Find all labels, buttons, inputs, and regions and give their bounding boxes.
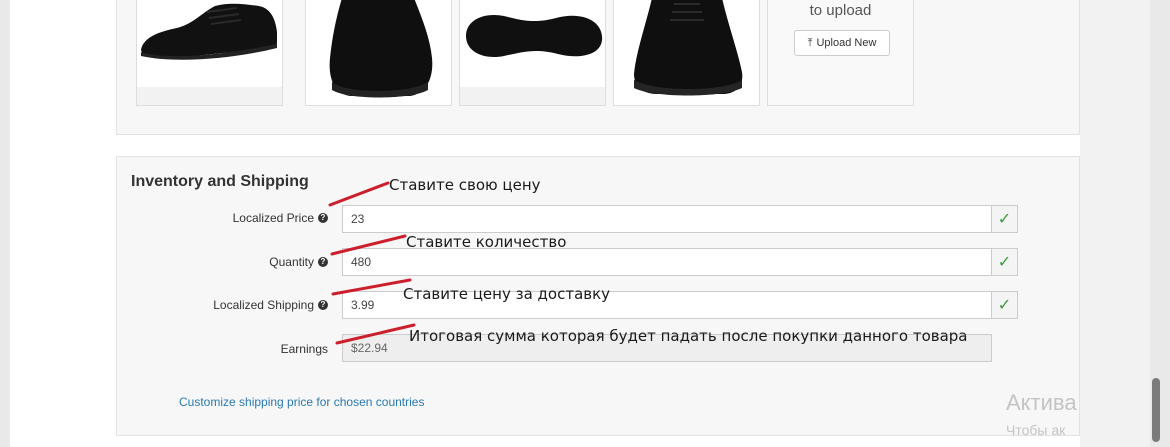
product-image-front[interactable] xyxy=(613,0,760,106)
annotation-quantity: Ставите количество xyxy=(406,233,567,251)
activation-watermark-sub: Чтобы ак xyxy=(1006,422,1066,438)
shoe-back-image xyxy=(329,0,433,98)
localized-price-label-text: Localized Price xyxy=(232,211,314,225)
upload-icon: ⤒ xyxy=(807,36,813,49)
product-image-back[interactable] xyxy=(305,0,452,106)
help-icon[interactable]: ? xyxy=(318,257,328,267)
upload-hint: to upload xyxy=(809,2,872,19)
checkmark-icon: ✓ xyxy=(991,205,1018,233)
page-margin-right xyxy=(1080,0,1150,447)
annotation-shipping: Ставите цену за доставку xyxy=(403,285,611,303)
quantity-label: Quantity ? xyxy=(108,255,328,269)
earnings-label-text: Earnings xyxy=(280,342,328,356)
quantity-input[interactable]: 480 xyxy=(342,248,992,276)
thumb-footer xyxy=(137,87,282,105)
earnings-label: Earnings xyxy=(108,342,328,356)
annotation-earnings: Итоговая сумма которая будет падать посл… xyxy=(409,327,968,345)
quantity-label-text: Quantity xyxy=(269,255,314,269)
shoe-front-image xyxy=(634,0,743,96)
product-image-sole[interactable] xyxy=(459,0,606,106)
customize-shipping-link[interactable]: Customize shipping price for chosen coun… xyxy=(179,395,424,409)
scrollbar-thumb[interactable] xyxy=(1152,378,1160,442)
localized-price-input[interactable]: 23 xyxy=(342,205,992,233)
upload-new-button[interactable]: ⤒ Upload New xyxy=(794,30,890,56)
product-image-side[interactable] xyxy=(136,0,283,106)
section-title: Inventory and Shipping xyxy=(131,173,309,190)
thumb-footer xyxy=(460,87,605,105)
localized-shipping-label-text: Localized Shipping xyxy=(213,298,314,312)
checkmark-icon: ✓ xyxy=(991,248,1018,276)
upload-dropzone[interactable]: to upload ⤒ Upload New xyxy=(767,0,914,106)
activation-watermark: Актива xyxy=(1006,390,1077,415)
localized-shipping-label: Localized Shipping ? xyxy=(108,298,328,312)
help-icon[interactable]: ? xyxy=(318,213,328,223)
checkmark-icon: ✓ xyxy=(991,291,1018,319)
localized-price-label: Localized Price ? xyxy=(108,211,328,225)
upload-new-label: Upload New xyxy=(816,37,877,49)
window-frame-left xyxy=(0,0,10,447)
shoe-sole-image xyxy=(466,14,603,58)
help-icon[interactable]: ? xyxy=(318,300,328,310)
annotation-price: Ставите свою цену xyxy=(389,176,541,194)
shoe-side-image xyxy=(141,3,277,60)
